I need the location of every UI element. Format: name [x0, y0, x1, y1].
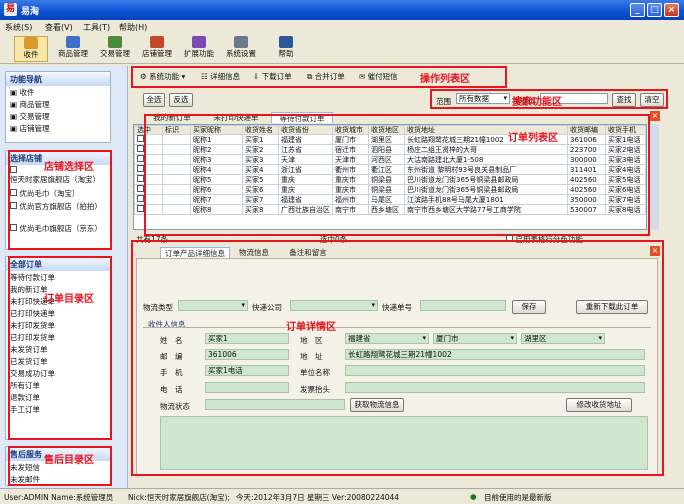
after-annotation-label: 售后目录区: [44, 455, 94, 466]
toolbar-help[interactable]: 帮助: [270, 36, 302, 62]
close-tab-icon[interactable]: ×: [650, 111, 660, 121]
toolbar-trades[interactable]: 交易管理: [96, 36, 134, 62]
detail-annotation-label: 订单详情区: [286, 322, 336, 333]
row-checkbox[interactable]: [137, 145, 144, 152]
nav-item-shops[interactable]: ▣ 店铺管理: [6, 122, 110, 134]
toolbar: 收件 商品管理 交易管理 店铺管理 扩展功能 系统设置 帮助: [0, 34, 684, 64]
toolbar-extensions[interactable]: 扩展功能: [180, 36, 218, 62]
row-checkbox[interactable]: [137, 205, 144, 212]
toolbar-settings[interactable]: 系统设置: [222, 36, 260, 62]
status-bar: User:ADMIN Name:系统管理员 Nick:恒天时家居旗舰店(淘宝);…: [0, 488, 684, 504]
title-bar: 易 易淘 _ □ ×: [0, 0, 684, 20]
trades-icon: [108, 36, 122, 48]
version-check-icon: ●: [470, 492, 477, 501]
grid-scrollbar[interactable]: [650, 124, 659, 230]
help-icon: [279, 36, 293, 48]
nav-item-inbox[interactable]: ▣ 收件: [6, 86, 110, 98]
menu-view[interactable]: 查看(V): [45, 22, 73, 33]
products-icon: [66, 36, 80, 48]
settings-icon: [234, 36, 248, 48]
shop-icon: [150, 36, 164, 48]
toolbar-products[interactable]: 商品管理: [54, 36, 92, 62]
select-all-button[interactable]: 全选: [143, 93, 165, 107]
shop-annotation-label: 店铺选择区: [44, 162, 94, 173]
row-checkbox[interactable]: [137, 135, 144, 142]
menu-tools[interactable]: 工具(T): [83, 22, 110, 33]
maximize-button[interactable]: □: [647, 3, 662, 17]
list-annotation-box: [144, 114, 650, 236]
nav-item-products[interactable]: ▣ 商品管理: [6, 98, 110, 110]
row-checkbox[interactable]: [137, 155, 144, 162]
minimize-button[interactable]: _: [630, 3, 645, 17]
app-icon: 易: [4, 3, 17, 16]
nav-title: 功能导航: [6, 72, 110, 86]
detail-annotation-box: [131, 240, 664, 476]
toolbar-inbox[interactable]: 收件: [14, 36, 48, 62]
search-annotation-label: 搜索功能区: [512, 97, 562, 108]
orders-annotation-box: [8, 256, 112, 440]
nav-group: 功能导航 ▣ 收件 ▣ 商品管理 ▣ 交易管理 ▣ 店铺管理: [5, 71, 111, 143]
status-version: 目前使用的是最新版: [484, 493, 552, 502]
menu-bar: 系统(S) 查看(V) 工具(T) 帮助(H): [0, 20, 684, 34]
inbox-icon: [24, 37, 38, 49]
extensions-icon: [192, 36, 206, 48]
status-user: User:ADMIN Name:系统管理员: [4, 493, 114, 502]
list-annotation-label: 订单列表区: [508, 133, 558, 144]
orders-annotation-label: 订单目录区: [44, 294, 94, 305]
row-checkbox[interactable]: [137, 165, 144, 172]
row-checkbox[interactable]: [137, 175, 144, 182]
row-checkbox[interactable]: [137, 195, 144, 202]
status-date: 今天:2012年3月7日 星期三 Ver:20080224044: [236, 493, 400, 502]
toolbar-shops[interactable]: 店铺管理: [138, 36, 176, 62]
window-title: 易淘: [21, 7, 40, 17]
actions-annotation-label: 操作列表区: [420, 74, 470, 85]
nav-item-trades[interactable]: ▣ 交易管理: [6, 110, 110, 122]
close-button[interactable]: ×: [664, 3, 679, 17]
status-shop: Nick:恒天时家居旗舰店(淘宝);: [128, 493, 231, 502]
invert-selection-button[interactable]: 反选: [169, 93, 193, 107]
row-checkbox[interactable]: [137, 185, 144, 192]
menu-system[interactable]: 系统(S): [5, 22, 32, 33]
menu-help[interactable]: 帮助(H): [119, 22, 147, 33]
